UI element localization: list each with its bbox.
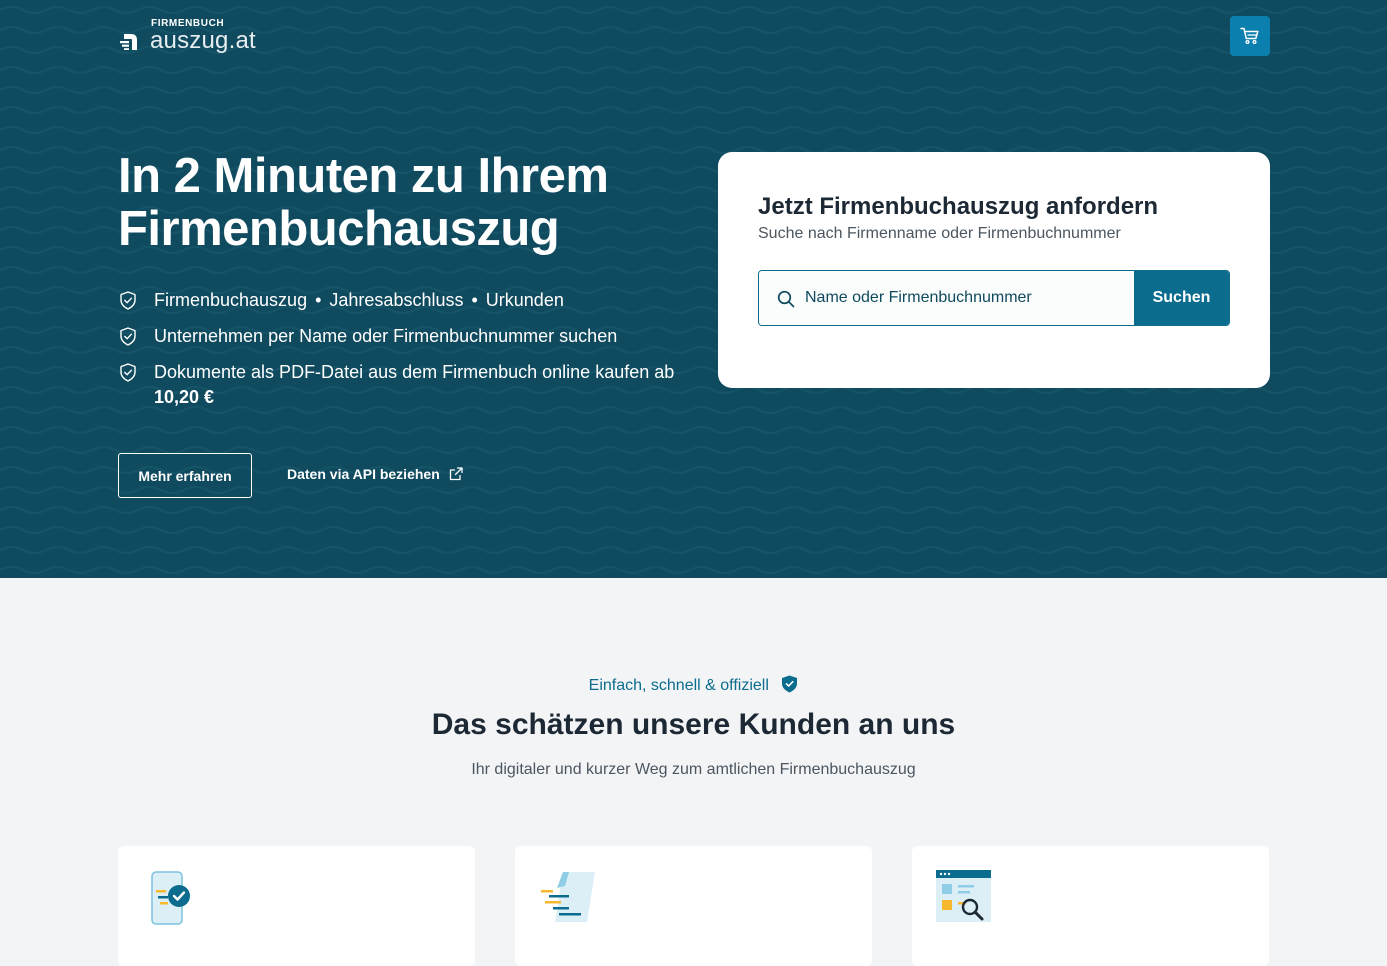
feature-part: Urkunden bbox=[485, 290, 564, 310]
phone-check-icon bbox=[151, 871, 190, 925]
shield-check-icon bbox=[120, 291, 136, 310]
shield-check-icon bbox=[782, 675, 798, 693]
search-button[interactable]: Suchen bbox=[1134, 271, 1229, 325]
feature-part: Firmenbuchauszug bbox=[154, 290, 308, 310]
logo-text: auszug.at bbox=[150, 27, 256, 54]
feature-item: Firmenbuchauszug • Jahresabschluss • Urkunde… bbox=[118, 288, 678, 313]
search-card-title: Jetzt Firmenbuchauszug anfordern bbox=[758, 193, 1159, 220]
shield-check-icon bbox=[120, 363, 136, 382]
hero-title: In 2 Minuten zu Ihrem Firmenbuchauszug bbox=[118, 150, 678, 256]
feature-text: Unternehmen per Name oder Firmenbuchnumm… bbox=[154, 326, 618, 346]
eyebrow-text: Einfach, schnell & offiziell bbox=[588, 677, 769, 694]
search-card: Jetzt Firmenbuchauszug anfordern Suche n… bbox=[718, 152, 1270, 388]
feature-list: Firmenbuchauszug • Jahresabschluss • Urkunde… bbox=[118, 288, 678, 421]
feature-separator: • bbox=[315, 290, 322, 310]
section-title: Das schätzen unsere Kunden an uns bbox=[431, 708, 956, 741]
feature-text: Dokumente als PDF-Datei aus dem Firmenbu… bbox=[154, 362, 675, 382]
fast-document-icon bbox=[541, 872, 595, 922]
hero-title-line2: Firmenbuchauszug bbox=[118, 202, 560, 256]
cart-button[interactable] bbox=[1230, 16, 1270, 56]
shopping-cart-icon bbox=[1240, 27, 1259, 45]
section-eyebrow: Einfach, schnell & offiziell bbox=[0, 675, 1387, 695]
benefit-card bbox=[118, 846, 475, 966]
search-icon bbox=[777, 290, 795, 308]
external-link-icon bbox=[449, 467, 463, 481]
feature-item: Unternehmen per Name oder Firmenbuchnumm… bbox=[118, 324, 678, 349]
price-value: 10,20 € bbox=[154, 387, 215, 407]
feature-part: Jahresabschluss bbox=[329, 290, 464, 310]
benefit-card bbox=[515, 846, 872, 966]
benefits-section: Einfach, schnell & offiziell Das schätze… bbox=[0, 578, 1387, 966]
more-info-button[interactable]: Mehr erfahren bbox=[118, 453, 252, 498]
hero-title-line1: In 2 Minuten zu Ihrem bbox=[118, 149, 609, 203]
search-card-subtitle: Suche nach Firmenname oder Firmenbuchnum… bbox=[758, 225, 1121, 242]
search-input-wrapper bbox=[759, 271, 1134, 325]
logo-icon bbox=[120, 34, 137, 50]
search-form: Suchen bbox=[758, 270, 1230, 326]
search-input[interactable] bbox=[759, 271, 1134, 325]
browser-search-icon bbox=[936, 870, 991, 922]
api-link-label: Daten via API beziehen bbox=[287, 466, 440, 482]
hero-section: FIRMENBUCH auszug.at In 2 Minuten zu Ihr… bbox=[0, 0, 1387, 578]
api-link[interactable]: Daten via API beziehen bbox=[287, 466, 463, 482]
feature-item: Dokumente als PDF-Datei aus dem Firmenbu… bbox=[118, 360, 678, 410]
feature-separator: • bbox=[471, 290, 478, 310]
benefit-card bbox=[912, 846, 1269, 966]
section-subtitle: Ihr digitaler und kurzer Weg zum amtlich… bbox=[471, 761, 916, 778]
shield-check-icon bbox=[120, 327, 136, 346]
